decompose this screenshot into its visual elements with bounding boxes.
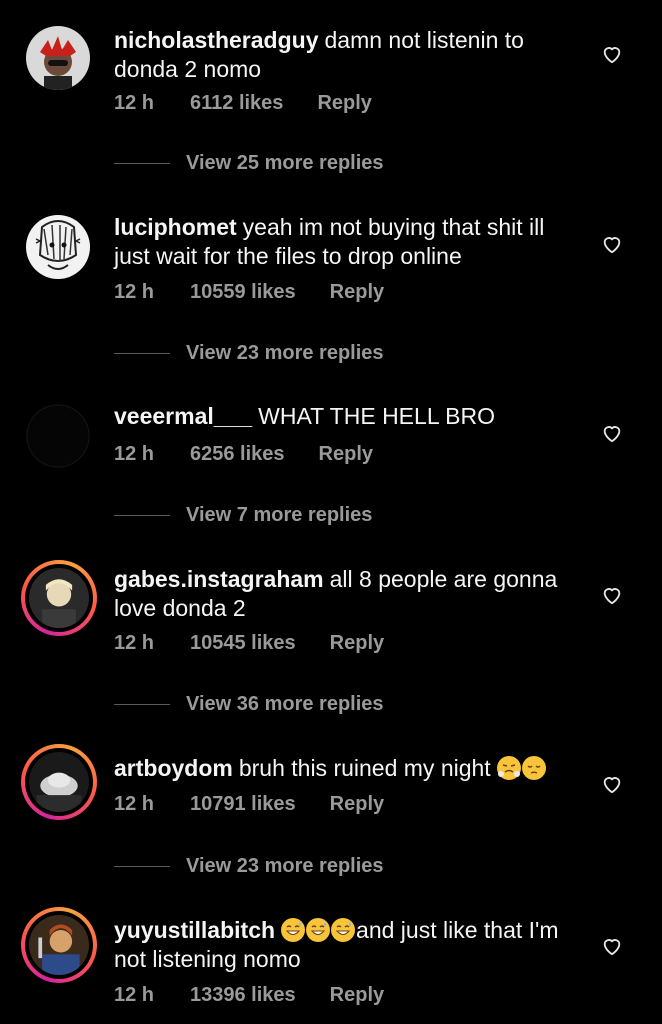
comment-meta: 12 h 10791 likes Reply [114, 793, 384, 816]
avatar [25, 748, 93, 816]
heart-outline-icon[interactable] [601, 43, 623, 65]
view-more-replies[interactable]: View 7 more replies [114, 504, 372, 527]
avatar[interactable] [26, 404, 90, 468]
view-more-divider [114, 353, 170, 354]
comment-text-block: nicholastheradguy damn not listenin to do… [114, 26, 574, 84]
avatar-image [29, 915, 89, 975]
view-more-divider [114, 515, 170, 516]
view-more-label: View 23 more replies [186, 855, 384, 877]
comment-username[interactable]: veeermal___ [114, 403, 252, 429]
reply-button[interactable]: Reply [330, 632, 384, 655]
comment-meta: 12 h 6112 likes Reply [114, 92, 372, 115]
avatar[interactable] [26, 215, 90, 279]
comment-username[interactable]: luciphomet [114, 214, 237, 240]
comment-time: 12 h [114, 793, 155, 815]
comment-text-block: veeermal___ WHAT THE HELL BRO [114, 402, 574, 431]
reply-button[interactable]: Reply [330, 793, 384, 816]
comment-meta: 12 h 10559 likes Reply [114, 281, 384, 304]
view-more-divider [114, 704, 170, 705]
reply-button[interactable]: Reply [317, 92, 371, 115]
comment-text-block: gabes.instagraham all 8 people are gonna … [114, 565, 574, 623]
avatar-image [26, 215, 90, 279]
pensive-face-emoji-icon [522, 756, 547, 780]
view-more-replies[interactable]: View 23 more replies [114, 855, 384, 878]
avatar-image [29, 568, 89, 628]
comment-likes[interactable]: 10791 likes [190, 793, 296, 816]
comment-username[interactable]: yuyustillabitch [114, 917, 275, 943]
comment-likes[interactable]: 6112 likes [190, 92, 283, 115]
comment-likes[interactable]: 13396 likes [190, 984, 296, 1007]
story-ring[interactable] [21, 744, 97, 820]
comment-meta: 12 h 13396 likes Reply [114, 984, 384, 1007]
view-more-divider [114, 866, 170, 867]
avatar-image [26, 26, 90, 90]
reply-button[interactable]: Reply [319, 443, 373, 466]
comment-time: 12 h [114, 443, 155, 465]
comment-username[interactable]: artboydom [114, 755, 233, 781]
comment-time: 12 h [114, 281, 155, 303]
view-more-label: View 23 more replies [186, 342, 384, 364]
heart-outline-icon[interactable] [601, 233, 623, 255]
comment-meta: 12 h 6256 likes Reply [114, 443, 373, 466]
view-more-replies[interactable]: View 36 more replies [114, 693, 384, 716]
avatar-image [29, 752, 89, 812]
comment-meta: 12 h 10545 likes Reply [114, 632, 384, 655]
comment-likes[interactable]: 10559 likes [190, 281, 296, 304]
avatar-image [26, 404, 90, 468]
face-steam-from-nose-emoji-icon [497, 756, 522, 780]
grinning-sweat-emoji-icon [306, 918, 331, 942]
comment-time: 12 h [114, 984, 155, 1006]
comment-time: 12 h [114, 632, 155, 654]
heart-outline-icon[interactable] [601, 935, 623, 957]
comment-body: bruh this ruined my night [238, 755, 491, 781]
comment-likes[interactable]: 6256 likes [190, 443, 285, 466]
comment-username[interactable]: gabes.instagraham [114, 566, 324, 592]
view-more-divider [114, 163, 170, 164]
story-ring[interactable] [21, 907, 97, 983]
view-more-replies[interactable]: View 25 more replies [114, 152, 384, 175]
comment-time: 12 h [114, 92, 155, 114]
heart-outline-icon[interactable] [601, 773, 623, 795]
avatar[interactable] [26, 26, 90, 90]
view-more-label: View 36 more replies [186, 693, 384, 715]
reply-button[interactable]: Reply [330, 281, 384, 304]
view-more-label: View 7 more replies [186, 504, 373, 526]
grinning-sweat-emoji-icon [281, 918, 306, 942]
comment-text-block: artboydom bruh this ruined my night [114, 754, 574, 783]
comment-text-block: luciphomet yeah im not buying that shit i… [114, 213, 574, 271]
heart-outline-icon[interactable] [601, 584, 623, 606]
avatar [25, 911, 93, 979]
comment-body: WHAT THE HELL BRO [258, 403, 495, 429]
view-more-replies[interactable]: View 23 more replies [114, 342, 384, 365]
heart-outline-icon[interactable] [601, 422, 623, 444]
reply-button[interactable]: Reply [330, 984, 384, 1007]
comment-text-block: yuyustillabitch and just like that I'm n… [114, 916, 574, 974]
comment-likes[interactable]: 10545 likes [190, 632, 296, 655]
avatar [25, 564, 93, 632]
story-ring[interactable] [21, 560, 97, 636]
grinning-sweat-emoji-icon [331, 918, 356, 942]
view-more-label: View 25 more replies [186, 152, 384, 174]
comment-username[interactable]: nicholastheradguy [114, 27, 318, 53]
